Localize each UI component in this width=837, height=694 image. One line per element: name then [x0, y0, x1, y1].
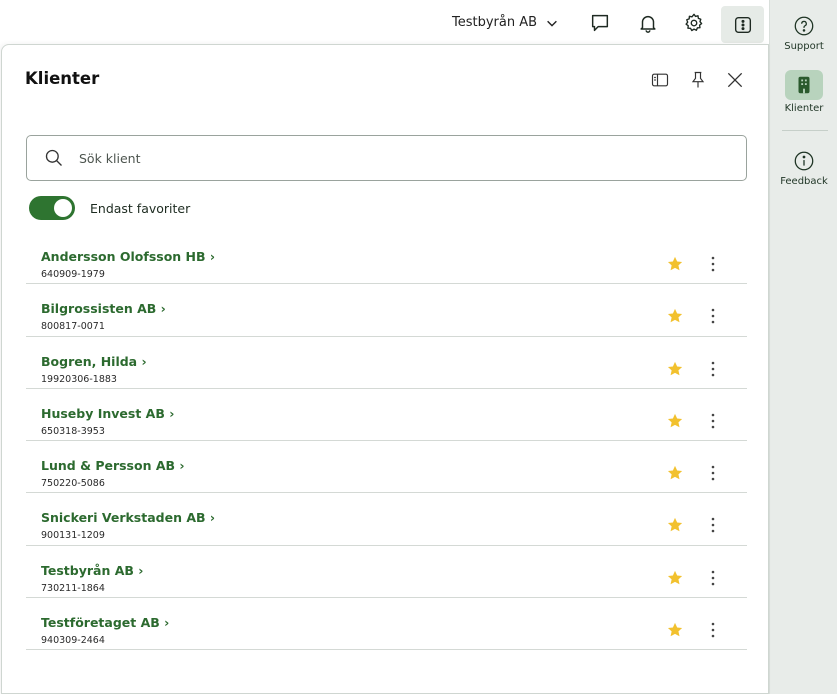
- favorites-toggle-row: Endast favoriter: [29, 196, 190, 220]
- gear-icon[interactable]: [682, 11, 706, 35]
- rail-label-support: Support: [784, 41, 824, 52]
- rail-item-klienter[interactable]: Klienter: [770, 70, 837, 114]
- favorite-star-icon[interactable]: [666, 569, 684, 587]
- clients-panel: Klienter Endast favoriter Andersson Olof…: [1, 44, 769, 694]
- client-name-link[interactable]: Bilgrossisten AB ›: [41, 301, 166, 316]
- client-org-number: 940309-2464: [41, 635, 105, 647]
- rail-divider: [782, 130, 828, 131]
- help-circle-icon: [792, 14, 816, 38]
- right-rail: Support Klienter Feedback: [769, 0, 837, 694]
- client-name-link[interactable]: Andersson Olofsson HB ›: [41, 249, 215, 264]
- client-org-number: 750220-5086: [41, 478, 105, 490]
- building-icon: [785, 70, 823, 100]
- kebab-icon: [711, 256, 715, 272]
- search-icon: [45, 149, 62, 166]
- client-row: Huseby Invest AB › 650318-3953: [26, 389, 747, 442]
- kebab-icon: [711, 413, 715, 429]
- rail-label-klienter: Klienter: [784, 103, 824, 114]
- row-menu-button[interactable]: [704, 463, 722, 483]
- client-org-number: 640909-1979: [41, 269, 105, 280]
- favorite-star-icon[interactable]: [666, 360, 684, 378]
- favorite-star-icon[interactable]: [666, 412, 684, 430]
- client-org-number: 19920306-1883: [41, 373, 117, 385]
- client-row: Snickeri Verkstaden AB › 900131-1209: [26, 493, 747, 546]
- pin-icon[interactable]: [687, 69, 709, 91]
- row-menu-button[interactable]: [704, 568, 722, 588]
- row-menu-button[interactable]: [704, 620, 722, 640]
- row-menu-button[interactable]: [704, 306, 722, 326]
- rail-item-support[interactable]: Support: [770, 14, 837, 52]
- client-name-link[interactable]: Lund & Persson AB ›: [41, 458, 185, 473]
- chat-icon[interactable]: [588, 11, 612, 35]
- sidepanel-icon[interactable]: [649, 69, 671, 91]
- rail-item-feedback[interactable]: Feedback: [770, 149, 837, 187]
- client-org-number: 730211-1864: [41, 582, 105, 594]
- favorite-star-icon[interactable]: [666, 307, 684, 325]
- search-input[interactable]: [79, 150, 679, 166]
- client-row: Bogren, Hilda › 19920306-1883: [26, 337, 747, 389]
- search-field: [26, 135, 747, 181]
- client-name-link[interactable]: Testföretaget AB ›: [41, 615, 169, 630]
- row-menu-button[interactable]: [704, 359, 722, 379]
- toggle-knob: [54, 199, 72, 217]
- favorite-star-icon[interactable]: [666, 464, 684, 482]
- kebab-icon: [711, 465, 715, 481]
- client-row: Testföretaget AB › 940309-2464: [26, 598, 747, 651]
- close-icon[interactable]: [724, 69, 746, 91]
- favorite-star-icon[interactable]: [666, 516, 684, 534]
- client-row: Andersson Olofsson HB › 640909-1979: [26, 232, 747, 285]
- panel-title: Klienter: [25, 69, 100, 88]
- favorites-toggle[interactable]: [29, 196, 75, 220]
- favorites-toggle-label: Endast favoriter: [90, 200, 191, 216]
- client-name-link[interactable]: Bogren, Hilda ›: [41, 354, 147, 369]
- more-vertical-icon: [734, 16, 751, 33]
- rail-label-feedback: Feedback: [780, 176, 828, 187]
- client-name-link[interactable]: Testbyrån AB ›: [41, 563, 143, 578]
- org-selector[interactable]: Testbyrån AB: [452, 15, 559, 30]
- bell-icon[interactable]: [636, 11, 660, 35]
- row-menu-button[interactable]: [704, 411, 722, 431]
- favorite-star-icon[interactable]: [666, 621, 684, 639]
- client-row: Bilgrossisten AB › 800817-0071: [26, 284, 747, 337]
- kebab-icon: [711, 622, 715, 638]
- client-row: Testbyrån AB › 730211-1864: [26, 546, 747, 599]
- kebab-icon: [711, 518, 715, 533]
- kebab-icon: [711, 308, 715, 324]
- kebab-icon: [711, 570, 715, 586]
- client-name-link[interactable]: Huseby Invest AB ›: [41, 406, 174, 421]
- client-list: Andersson Olofsson HB › 640909-1979 Bilg…: [26, 232, 747, 651]
- org-name: Testbyrån AB: [452, 15, 538, 30]
- client-org-number: 800817-0071: [41, 321, 105, 333]
- more-vertical-button[interactable]: [721, 6, 764, 43]
- chevron-down-icon: [547, 20, 557, 27]
- top-bar: Testbyrån AB: [0, 0, 769, 46]
- client-org-number: 650318-3953: [41, 425, 105, 437]
- row-menu-button[interactable]: [704, 254, 722, 274]
- client-name-link[interactable]: Snickeri Verkstaden AB ›: [41, 510, 215, 525]
- kebab-icon: [711, 361, 715, 376]
- info-circle-icon: [792, 149, 816, 173]
- row-menu-button[interactable]: [704, 515, 722, 535]
- client-row: Lund & Persson AB › 750220-5086: [26, 441, 747, 494]
- favorite-star-icon[interactable]: [666, 255, 684, 273]
- client-org-number: 900131-1209: [41, 530, 105, 542]
